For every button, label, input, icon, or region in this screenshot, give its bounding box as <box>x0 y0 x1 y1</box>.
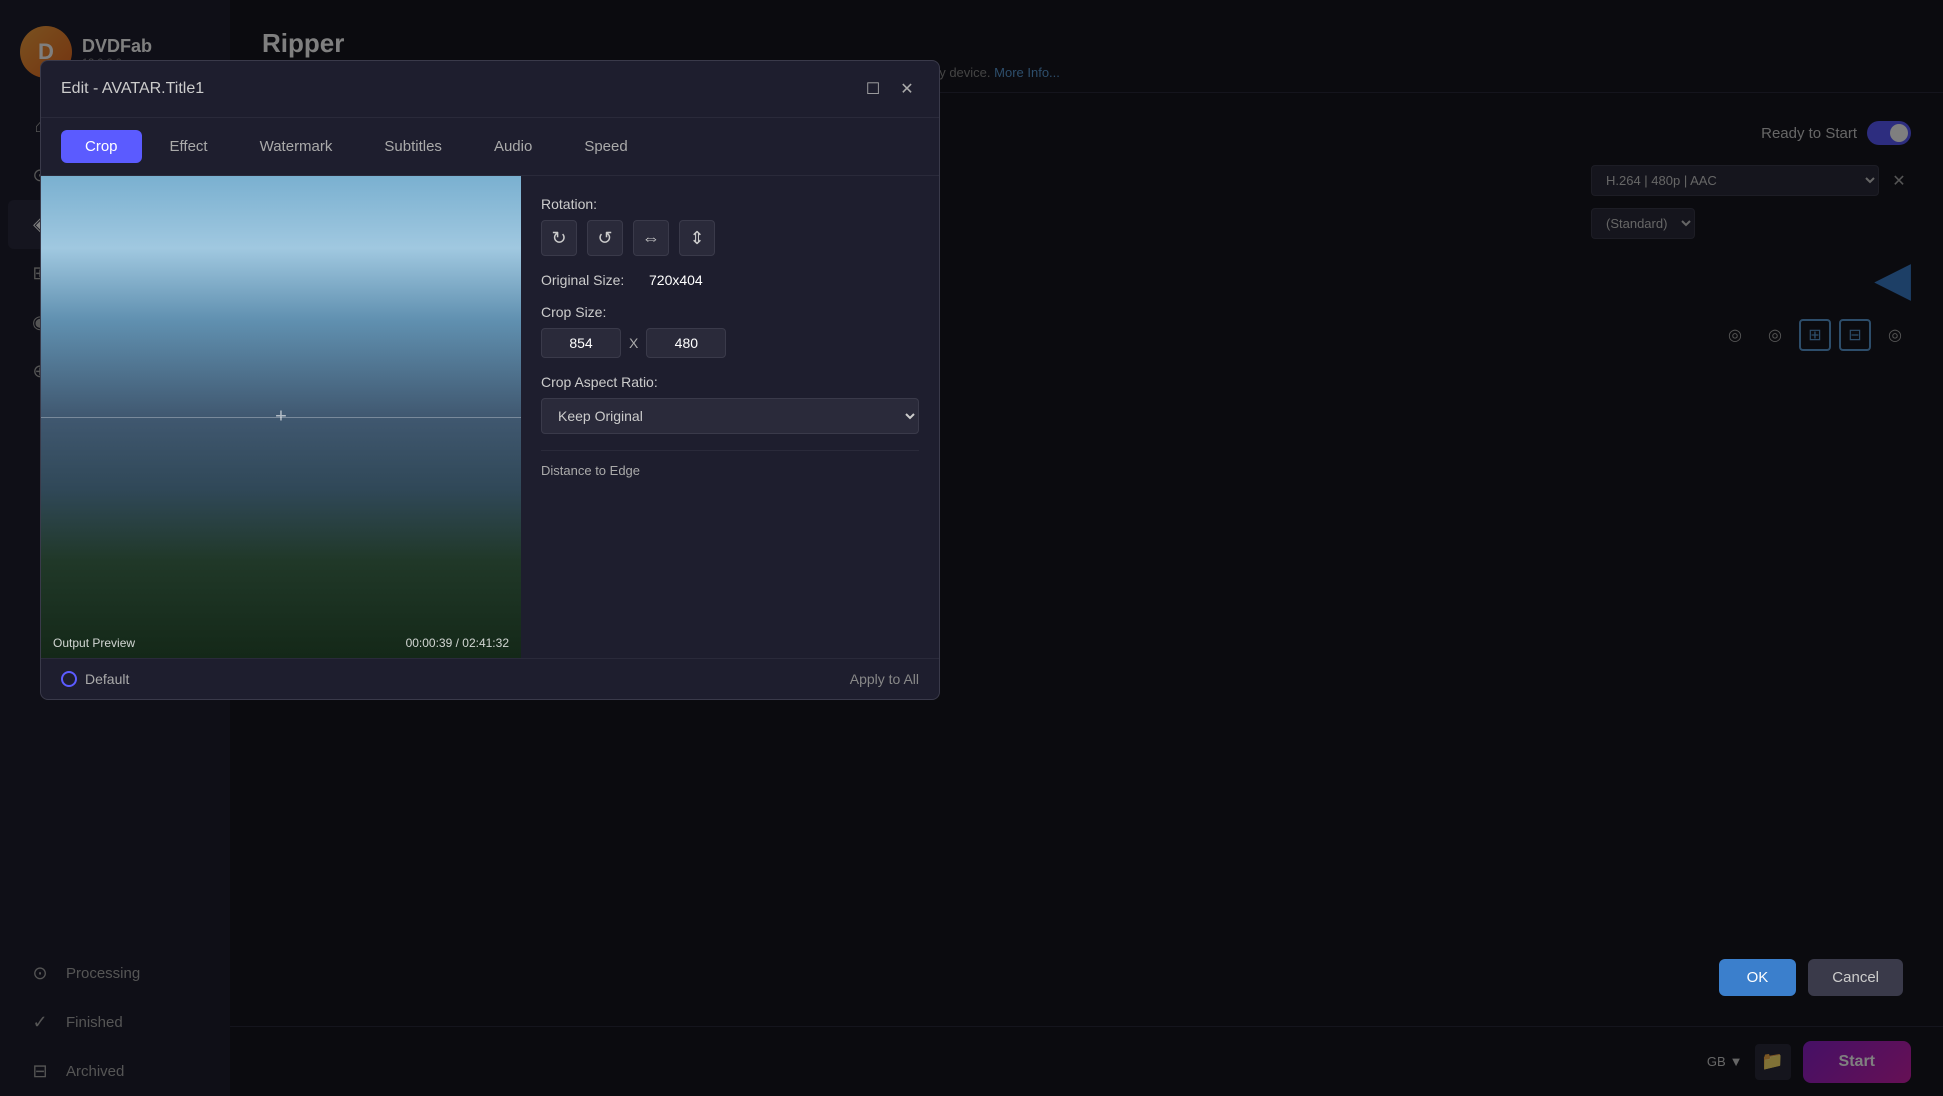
tab-watermark[interactable]: Watermark <box>236 130 357 163</box>
crop-size-group: Crop Size: X <box>541 304 919 358</box>
rotation-label: Rotation: <box>541 196 919 212</box>
flip-v-btn[interactable]: ⇕ <box>679 220 715 256</box>
video-preview: + Output Preview 00:00:39 / 02:41:32 <box>41 176 521 658</box>
modal-maximize-btn[interactable]: ☐ <box>861 77 885 101</box>
crop-width-input[interactable] <box>541 328 621 358</box>
original-size-row: Original Size: 720x404 <box>541 272 919 288</box>
modal-header: Edit - AVATAR.Title1 ☐ ✕ <box>41 61 939 118</box>
radio-circle-icon <box>61 671 77 687</box>
modal-action-buttons: OK Cancel <box>1719 959 1903 996</box>
rotate-cw-btn[interactable]: ↻ <box>541 220 577 256</box>
edit-modal: Edit - AVATAR.Title1 ☐ ✕ Crop Effect Wat… <box>40 60 940 700</box>
crop-x-separator: X <box>629 335 638 351</box>
modal-content: + Output Preview 00:00:39 / 02:41:32 Rot… <box>41 176 939 658</box>
tab-subtitles[interactable]: Subtitles <box>360 130 466 163</box>
tab-crop[interactable]: Crop <box>61 130 142 163</box>
modal-overlay: Edit - AVATAR.Title1 ☐ ✕ Crop Effect Wat… <box>0 0 1943 1096</box>
original-size-group: Original Size: 720x404 <box>541 272 919 288</box>
tab-speed[interactable]: Speed <box>560 130 651 163</box>
preview-time: 00:00:39 / 02:41:32 <box>406 636 509 650</box>
aspect-select[interactable]: Keep Original <box>541 398 919 434</box>
tab-audio[interactable]: Audio <box>470 130 556 163</box>
tab-effect[interactable]: Effect <box>146 130 232 163</box>
crop-aspect-group: Crop Aspect Ratio: Keep Original <box>541 374 919 434</box>
crop-size-label: Crop Size: <box>541 304 919 320</box>
tabs: Crop Effect Watermark Subtitles Audio Sp… <box>41 118 939 176</box>
cancel-btn[interactable]: Cancel <box>1808 959 1903 996</box>
modal-controls: ☐ ✕ <box>861 77 919 101</box>
flip-h-btn[interactable]: ⇔ <box>633 220 669 256</box>
modal-footer: Default Apply to All <box>41 658 939 699</box>
ok-btn[interactable]: OK <box>1719 959 1797 996</box>
edit-controls: Rotation: ↻ ↺ ⇔ ⇕ Original Size: 720x404 <box>521 176 939 658</box>
crop-size-row: X <box>541 328 919 358</box>
crop-aspect-label: Crop Aspect Ratio: <box>541 374 919 390</box>
partial-label: Distance to Edge <box>541 450 919 478</box>
preview-top-frame <box>41 176 521 417</box>
preview-label: Output Preview <box>53 636 135 650</box>
apply-to-all-btn[interactable]: Apply to All <box>850 671 919 687</box>
default-label: Default <box>85 671 129 687</box>
rotation-buttons: ↻ ↺ ⇔ ⇕ <box>541 220 919 256</box>
aspect-row: Keep Original <box>541 398 919 434</box>
default-radio[interactable]: Default <box>61 671 129 687</box>
rotation-group: Rotation: ↻ ↺ ⇔ ⇕ <box>541 196 919 256</box>
crop-height-input[interactable] <box>646 328 726 358</box>
modal-title: Edit - AVATAR.Title1 <box>61 80 204 98</box>
modal-close-btn[interactable]: ✕ <box>895 77 919 101</box>
rotate-ccw-btn[interactable]: ↺ <box>587 220 623 256</box>
original-size-value: 720x404 <box>649 272 703 288</box>
original-size-label: Original Size: <box>541 272 641 288</box>
preview-bottom-frame <box>41 417 521 658</box>
